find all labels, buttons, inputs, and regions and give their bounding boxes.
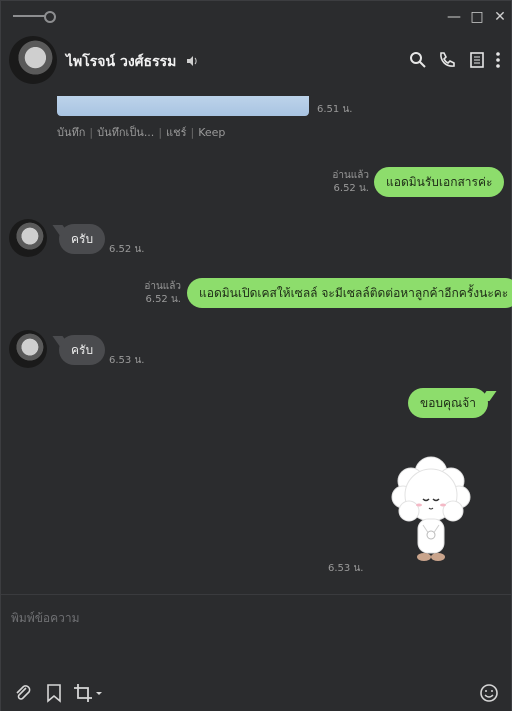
share-link[interactable]: แชร์ bbox=[166, 126, 186, 139]
close-icon[interactable]: ✕ bbox=[493, 10, 507, 24]
pin-slider-knob[interactable] bbox=[44, 11, 56, 23]
message-time: 6.52 น. bbox=[333, 183, 369, 194]
save-as-link[interactable]: บันทึกเป็น... bbox=[97, 126, 154, 139]
contact-avatar[interactable] bbox=[9, 36, 57, 84]
sheep-sticker[interactable] bbox=[389, 451, 473, 569]
message-time: 6.52 น. bbox=[145, 294, 181, 305]
minimize-icon[interactable]: — bbox=[447, 10, 461, 24]
outgoing-message[interactable]: ขอบคุณจ้า bbox=[408, 388, 488, 418]
message-time: 6.51 น. bbox=[317, 104, 353, 115]
read-label: อ่านแล้ว bbox=[144, 281, 181, 292]
bookmark-icon[interactable] bbox=[44, 683, 64, 703]
keep-link[interactable]: Keep bbox=[198, 126, 225, 139]
message-time: 6.53 น. bbox=[109, 355, 145, 366]
chat-window: — □ ✕ ไพโรจน์ วงศ์ธรรม 6.51 น. บันทึก | บั… bbox=[0, 0, 512, 711]
outgoing-message[interactable]: แอดมินรับเอกสารค่ะ bbox=[374, 167, 505, 197]
file-actions: บันทึก | บันทึกเป็น... | แชร์ | Keep bbox=[57, 126, 226, 139]
message-input[interactable]: พิมพ์ข้อความ bbox=[11, 609, 80, 628]
read-label: อ่านแล้ว bbox=[332, 170, 369, 181]
more-vertical-icon[interactable] bbox=[493, 51, 503, 69]
sticker-time: 6.53 น. bbox=[328, 563, 364, 574]
phone-icon[interactable] bbox=[438, 51, 456, 69]
message-time: 6.52 น. bbox=[109, 244, 145, 255]
read-receipt: อ่านแล้ว 6.52 น. bbox=[321, 169, 369, 195]
contact-name-text: ไพโรจน์ วงศ์ธรรม bbox=[66, 54, 177, 70]
emoji-icon[interactable] bbox=[479, 683, 499, 703]
incoming-message[interactable]: ครับ bbox=[59, 335, 106, 365]
message-list[interactable]: 6.51 น. บันทึก | บันทึกเป็น... | แชร์ | Keep อ… bbox=[1, 91, 512, 594]
speaker-icon bbox=[187, 56, 197, 66]
contact-name[interactable]: ไพโรจน์ วงศ์ธรรม bbox=[66, 51, 198, 73]
outgoing-message[interactable]: แอดมินเปิดเคสให้เซลล์ จะมีเซลล์ติดต่อหาล… bbox=[187, 278, 512, 308]
chat-header: ไพโรจน์ วงศ์ธรรม bbox=[1, 31, 511, 91]
incoming-message[interactable]: ครับ bbox=[59, 224, 106, 254]
message-composer: พิมพ์ข้อความ bbox=[1, 594, 511, 711]
search-icon[interactable] bbox=[409, 51, 427, 69]
contact-avatar-small[interactable] bbox=[9, 219, 47, 257]
notes-icon[interactable] bbox=[468, 51, 486, 69]
title-bar: — □ ✕ bbox=[1, 1, 511, 31]
crop-icon[interactable] bbox=[73, 683, 103, 703]
read-receipt: อ่านแล้ว 6.52 น. bbox=[133, 280, 181, 306]
file-attachment[interactable] bbox=[57, 96, 309, 116]
paperclip-icon[interactable] bbox=[13, 683, 33, 703]
contact-avatar-small[interactable] bbox=[9, 330, 47, 368]
maximize-icon[interactable]: □ bbox=[470, 10, 484, 24]
save-link[interactable]: บันทึก bbox=[57, 126, 85, 139]
